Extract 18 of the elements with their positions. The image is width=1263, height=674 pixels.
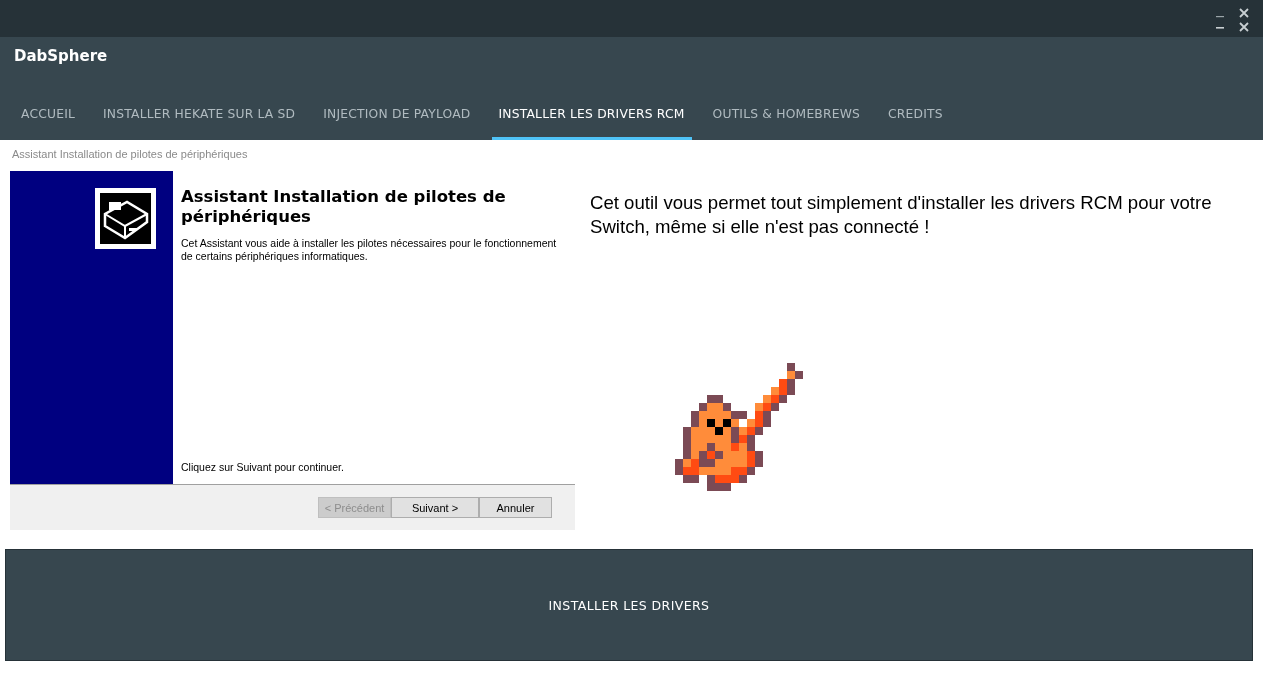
nav-tab[interactable]: INSTALLER LES DRIVERS RCM (491, 90, 692, 140)
close-icon[interactable] (1239, 7, 1249, 18)
wizard-caption: Assistant Installation de pilotes de périphériques (11, 147, 248, 160)
cancel-button[interactable]: Annuler (479, 497, 552, 518)
wizard-title: Assistant Installation de pilotes de périphériques (181, 187, 507, 227)
nav-tab[interactable]: INSTALLER HEKATE SUR LA SD (96, 90, 303, 140)
next-button[interactable]: Suivant > (391, 497, 479, 518)
wizard-hint: Cliquez sur Suivant pour continuer. (181, 461, 345, 473)
install-drivers-button[interactable]: INSTALLER LES DRIVERS (5, 549, 1253, 661)
drive-icon (95, 188, 156, 249)
close-icon[interactable] (1239, 21, 1249, 32)
nav-tab[interactable]: CREDITS (881, 90, 950, 140)
info-text: Cet outil vous permet tout simplement d'installer les drivers RCM pour votre Switch, même si elle n'est pas connecté ! (590, 191, 1213, 239)
wizard-description: Cet Assistant vous aide à installer les pilotes nécessaires pour le fonctionnement de certains périphériques informatiques. (181, 237, 558, 263)
nav-tab[interactable]: INJECTION DE PAYLOAD (316, 90, 478, 140)
app-title: DabSphere (13, 46, 109, 67)
nav-tab[interactable]: ACCUEIL (14, 90, 83, 140)
nav-tab[interactable]: OUTILS & HOMEBREWS (705, 90, 868, 140)
